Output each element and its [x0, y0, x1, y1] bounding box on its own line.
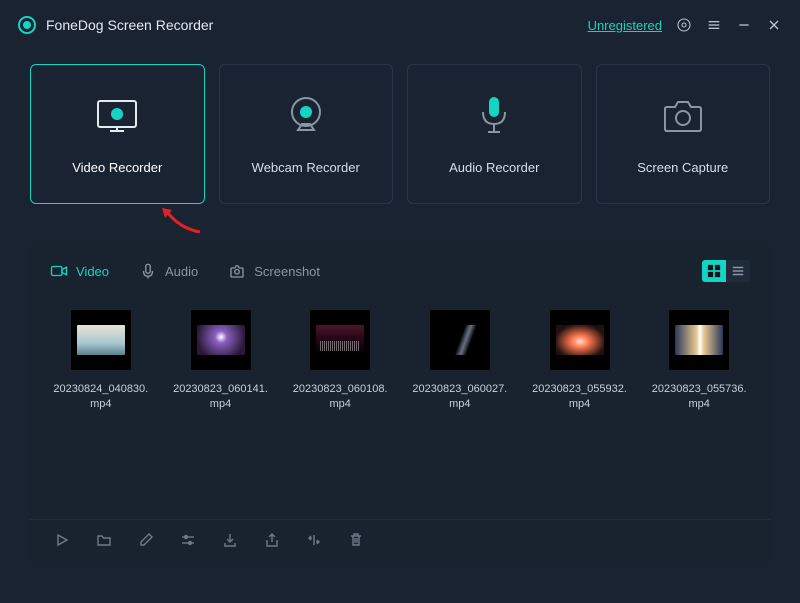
thumbnail-image [556, 325, 604, 355]
list-view-button[interactable] [726, 260, 750, 282]
settings-icon[interactable] [676, 17, 692, 33]
app-window: FoneDog Screen Recorder Unregistered [0, 0, 800, 603]
thumbnail-box [430, 310, 490, 370]
camera-icon [659, 94, 707, 138]
webcam-recorder-card[interactable]: Webcam Recorder [219, 64, 394, 204]
recording-item[interactable]: 20230824_040830.mp4 [50, 310, 152, 519]
view-toggle [702, 260, 750, 282]
edit-icon[interactable] [138, 532, 154, 548]
webcam-icon [284, 94, 328, 138]
recording-filename: 20230823_055932.mp4 [530, 382, 630, 413]
recording-filename: 20230823_060027.mp4 [410, 382, 510, 413]
play-icon[interactable] [54, 532, 70, 548]
screen-capture-card[interactable]: Screen Capture [596, 64, 771, 204]
download-icon[interactable] [222, 532, 238, 548]
recording-item[interactable]: 20230823_055932.mp4 [529, 310, 631, 519]
microphone-icon [478, 94, 510, 138]
thumbnail-grid: 20230824_040830.mp4 20230823_060141.mp4 … [30, 294, 770, 519]
brand: FoneDog Screen Recorder [18, 16, 213, 34]
thumbnail-image [316, 325, 364, 355]
mode-label: Screen Capture [637, 160, 728, 175]
tab-audio[interactable]: Audio [139, 262, 198, 280]
convert-icon[interactable] [306, 532, 322, 548]
recording-filename: 20230824_040830.mp4 [51, 382, 151, 413]
tab-video[interactable]: Video [50, 262, 109, 280]
thumbnail-box [550, 310, 610, 370]
video-recorder-card[interactable]: Video Recorder [30, 64, 205, 204]
app-title: FoneDog Screen Recorder [46, 17, 213, 33]
recording-item[interactable]: 20230823_060108.mp4 [289, 310, 391, 519]
logo-icon [18, 16, 36, 34]
video-recorder-icon [90, 94, 144, 138]
audio-recorder-card[interactable]: Audio Recorder [407, 64, 582, 204]
folder-icon[interactable] [96, 532, 112, 548]
library-tabs-left: Video Audio Screenshot [50, 262, 320, 280]
recording-filename: 20230823_060108.mp4 [290, 382, 390, 413]
thumbnail-image [197, 325, 245, 355]
recording-filename: 20230823_055736.mp4 [649, 382, 749, 413]
thumbnail-box [71, 310, 131, 370]
thumbnail-box [669, 310, 729, 370]
recording-item[interactable]: 20230823_060141.mp4 [170, 310, 272, 519]
tab-label: Screenshot [254, 264, 320, 279]
library-panel: Video Audio Screenshot [30, 244, 770, 564]
minimize-button[interactable] [736, 17, 752, 33]
header-actions: Unregistered [588, 17, 782, 33]
library-toolbar [30, 519, 770, 548]
tab-label: Video [76, 264, 109, 279]
delete-icon[interactable] [348, 532, 364, 548]
mode-label: Webcam Recorder [252, 160, 360, 175]
close-button[interactable] [766, 17, 782, 33]
mode-label: Video Recorder [72, 160, 162, 175]
library-tabs: Video Audio Screenshot [30, 244, 770, 294]
thumbnail-box [310, 310, 370, 370]
thumbnail-box [191, 310, 251, 370]
thumbnail-image [436, 325, 484, 355]
recording-item[interactable]: 20230823_055736.mp4 [648, 310, 750, 519]
thumbnail-image [675, 325, 723, 355]
recording-filename: 20230823_060141.mp4 [171, 382, 271, 413]
registration-link[interactable]: Unregistered [588, 18, 662, 33]
tab-screenshot[interactable]: Screenshot [228, 262, 320, 280]
mode-label: Audio Recorder [449, 160, 539, 175]
titlebar: FoneDog Screen Recorder Unregistered [0, 0, 800, 50]
mode-cards: Video Recorder Webcam Recorder [0, 50, 800, 214]
recording-item[interactable]: 20230823_060027.mp4 [409, 310, 511, 519]
menu-icon[interactable] [706, 17, 722, 33]
sliders-icon[interactable] [180, 532, 196, 548]
thumbnail-image [77, 325, 125, 355]
tab-label: Audio [165, 264, 198, 279]
grid-view-button[interactable] [702, 260, 726, 282]
share-icon[interactable] [264, 532, 280, 548]
